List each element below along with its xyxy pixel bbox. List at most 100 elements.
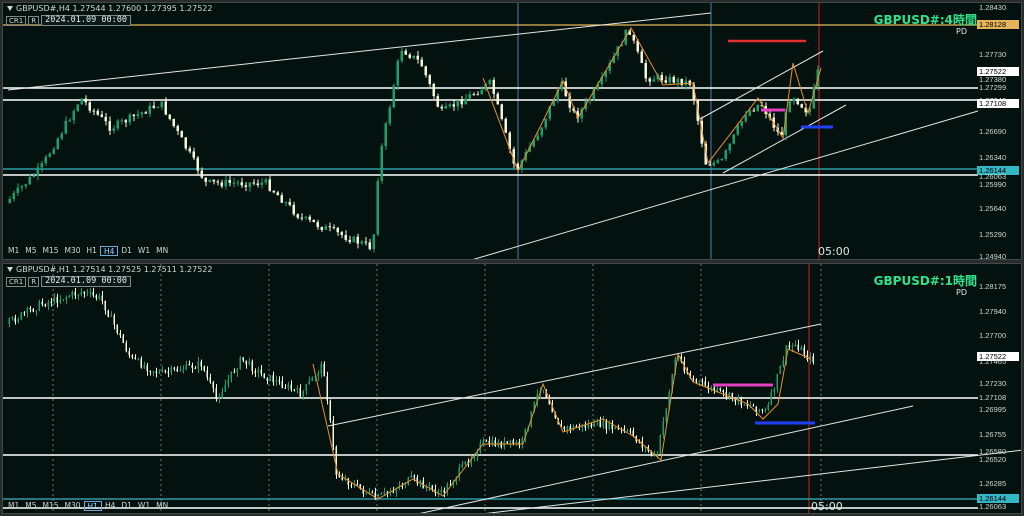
timeframe-w1[interactable]: W1 <box>135 246 153 256</box>
timeframe-d1[interactable]: D1 <box>118 246 135 256</box>
timeframe-m1[interactable]: M1 <box>5 501 22 511</box>
h1-chart-panel[interactable]: GBPUSD#,H1 1.27514 1.27525 1.27511 1.275… <box>2 263 1022 514</box>
candle-body <box>392 491 394 493</box>
candle-body <box>540 127 543 136</box>
candle-body <box>288 202 291 205</box>
h4-header: GBPUSD#,H4 1.27544 1.27600 1.27395 1.275… <box>7 4 212 13</box>
candle-body <box>629 430 631 432</box>
h1-pd-label: PD <box>956 288 967 297</box>
candle-body <box>488 80 491 84</box>
collapse-triangle-icon[interactable] <box>7 267 13 272</box>
h4-chart-panel[interactable]: GBPUSD#,H4 1.27544 1.27600 1.27395 1.275… <box>2 2 1022 260</box>
candle-body <box>44 156 47 164</box>
candle-body <box>640 51 643 63</box>
candle-body <box>800 347 802 350</box>
candle-body <box>8 318 10 324</box>
candle-body <box>23 312 25 314</box>
timeframe-h4[interactable]: H4 <box>102 501 118 511</box>
h1-time-label: 05:00 <box>811 500 843 513</box>
price-label: 1.25290 <box>979 230 1007 239</box>
candle-body <box>416 55 419 60</box>
candle-body <box>216 181 219 183</box>
timeframe-m30[interactable]: M30 <box>62 501 84 511</box>
candle-body <box>312 219 315 223</box>
timeframe-m15[interactable]: M15 <box>40 501 62 511</box>
candle-body <box>632 34 635 41</box>
candle-body <box>149 370 151 372</box>
candle-body <box>254 371 256 373</box>
candle-body <box>748 110 751 116</box>
timeframe-m15[interactable]: M15 <box>40 246 62 256</box>
candle-body <box>248 182 251 187</box>
candle-body <box>155 371 157 373</box>
candle-body <box>323 363 325 377</box>
h4-chart-canvas[interactable] <box>3 3 1022 260</box>
candle-body <box>500 442 502 448</box>
candle-body <box>384 123 387 147</box>
candle-body <box>50 301 52 304</box>
candle-body <box>72 111 75 121</box>
collapse-triangle-icon[interactable] <box>7 6 13 11</box>
candle-body <box>17 319 19 323</box>
h1-chart-canvas[interactable] <box>3 264 1022 514</box>
candle-body <box>348 239 351 242</box>
candle-body <box>84 98 87 103</box>
candle-body <box>230 371 232 380</box>
candle-body <box>761 409 763 411</box>
timeframe-m1[interactable]: M1 <box>5 246 22 256</box>
candle-body <box>652 79 655 82</box>
candle-body <box>392 85 395 108</box>
candle-body <box>182 369 184 371</box>
candle-body <box>112 128 115 131</box>
cr1-button[interactable]: CR1 <box>6 15 27 26</box>
timeframe-h1[interactable]: H1 <box>83 501 102 511</box>
candle-body <box>648 78 651 82</box>
timeframe-w1[interactable]: W1 <box>135 501 153 511</box>
candle-body <box>248 361 250 365</box>
candle-body <box>236 369 238 373</box>
candle-body <box>260 369 262 374</box>
candle-body <box>188 148 191 152</box>
timeframe-m5[interactable]: M5 <box>22 501 39 511</box>
candle-body <box>812 355 814 362</box>
timeframe-d1[interactable]: D1 <box>118 501 135 511</box>
candle-body <box>242 357 244 361</box>
candle-body <box>468 94 471 99</box>
candle-body <box>197 361 199 369</box>
timeframe-m30[interactable]: M30 <box>62 246 84 256</box>
candle-body <box>656 453 658 455</box>
candle-body <box>424 66 427 76</box>
candle-body <box>302 390 304 397</box>
candle-body <box>239 357 241 370</box>
candle-body <box>180 131 183 138</box>
h4-timeframe-bar: M1 M5 M15 M30 H1 H4 D1 W1 MN <box>5 246 171 256</box>
candle-body <box>218 397 220 399</box>
candle-body <box>107 310 109 317</box>
candle-body <box>432 83 435 97</box>
candle-body <box>38 301 40 311</box>
timeframe-h4[interactable]: H4 <box>99 246 119 256</box>
candle-body <box>440 106 443 109</box>
h1-toolbar: CR1 R 2024.01.09 00:00 <box>6 276 131 287</box>
candle-body <box>260 182 263 186</box>
candle-body <box>614 427 616 429</box>
candle-body <box>746 404 748 406</box>
candle-body <box>89 291 91 293</box>
date-field[interactable]: 2024.01.09 00:00 <box>41 276 131 287</box>
candle-body <box>172 118 175 127</box>
cr1-button[interactable]: CR1 <box>6 276 27 287</box>
timeframe-m5[interactable]: M5 <box>22 246 39 256</box>
r-button[interactable]: R <box>28 276 40 287</box>
timeframe-h1[interactable]: H1 <box>84 246 100 256</box>
candle-body <box>35 310 37 312</box>
timeframe-mn[interactable]: MN <box>153 501 171 511</box>
r-button[interactable]: R <box>28 15 40 26</box>
candle-body <box>320 363 322 374</box>
candle-body <box>116 324 118 334</box>
candle-body <box>128 351 130 356</box>
candle-body <box>269 375 271 381</box>
date-field[interactable]: 2024.01.09 00:00 <box>41 15 131 26</box>
candle-body <box>328 226 331 228</box>
candle-body <box>220 182 223 187</box>
timeframe-mn[interactable]: MN <box>153 246 171 256</box>
